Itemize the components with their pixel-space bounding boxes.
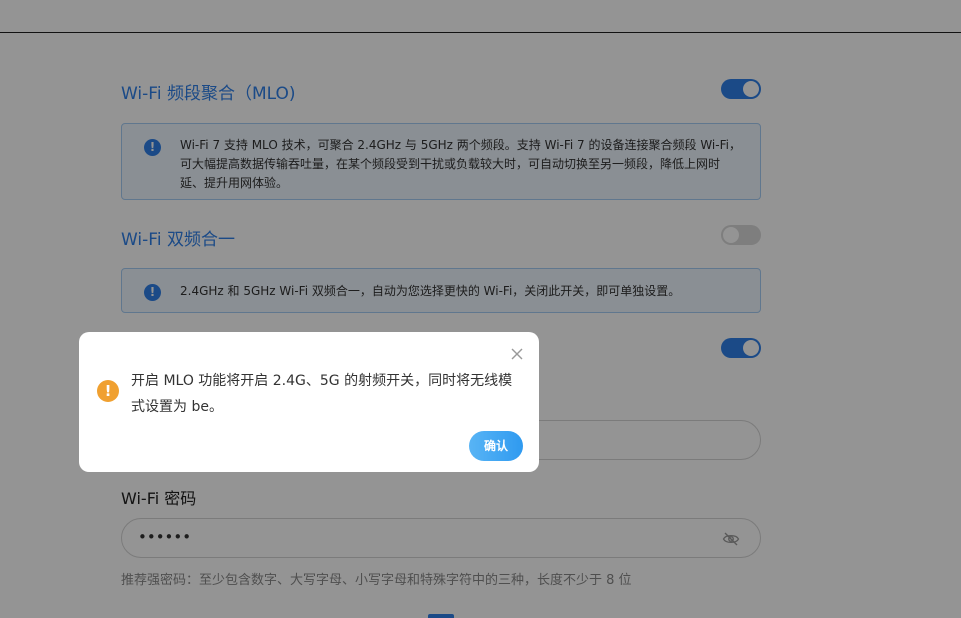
confirm-dialog: ! 开启 MLO 功能将开启 2.4G、5G 的射频开关，同时将无线模式设置为 … <box>79 332 539 472</box>
dialog-message: 开启 MLO 功能将开启 2.4G、5G 的射频开关，同时将无线模式设置为 be… <box>131 373 513 415</box>
close-icon[interactable] <box>509 346 525 362</box>
confirm-button[interactable]: 确认 <box>469 431 523 461</box>
warning-icon: ! <box>97 380 119 402</box>
modal-overlay[interactable] <box>0 0 961 618</box>
